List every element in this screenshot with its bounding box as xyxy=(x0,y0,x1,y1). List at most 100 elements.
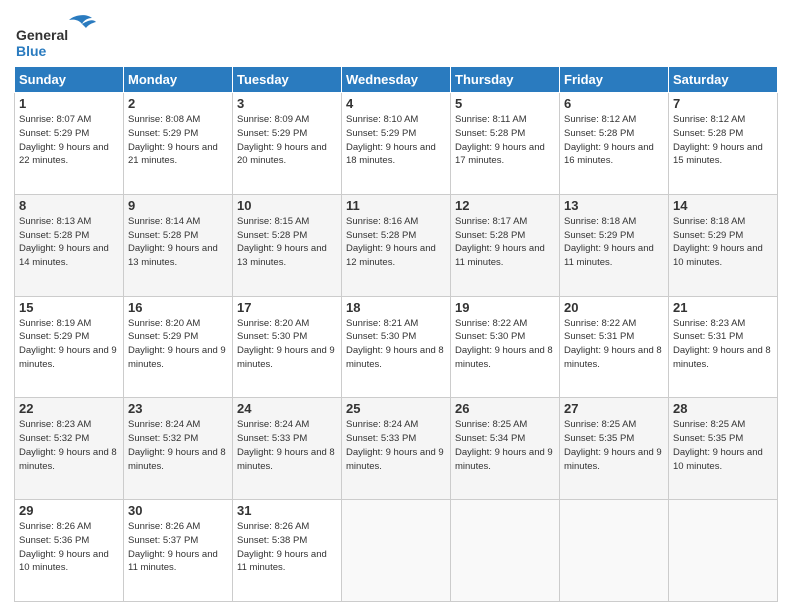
week-row-3: 15 Sunrise: 8:19 AMSunset: 5:29 PMDayligh… xyxy=(15,296,778,398)
calendar-cell: 21Sunrise: 8:23 AMSunset: 5:31 PMDayligh… xyxy=(669,296,778,398)
day-info: Sunrise: 8:25 AMSunset: 5:34 PMDaylight:… xyxy=(455,418,555,473)
week-row-4: 22 Sunrise: 8:23 AMSunset: 5:32 PMDayligh… xyxy=(15,398,778,500)
day-number: 25 xyxy=(346,401,446,416)
weekday-header-wednesday: Wednesday xyxy=(342,67,451,93)
calendar-cell xyxy=(342,500,451,602)
day-number: 16 xyxy=(128,300,228,315)
day-info: Sunrise: 8:15 AMSunset: 5:28 PMDaylight:… xyxy=(237,215,337,270)
header: General Blue xyxy=(14,10,778,60)
day-number: 26 xyxy=(455,401,555,416)
calendar-cell xyxy=(451,500,560,602)
calendar-cell: 13Sunrise: 8:18 AMSunset: 5:29 PMDayligh… xyxy=(560,194,669,296)
calendar-cell: 1 Sunrise: 8:07 AMSunset: 5:29 PMDaylight… xyxy=(15,93,124,195)
weekday-header-row: SundayMondayTuesdayWednesdayThursdayFrid… xyxy=(15,67,778,93)
svg-text:Blue: Blue xyxy=(16,43,47,59)
calendar-cell: 8 Sunrise: 8:13 AMSunset: 5:28 PMDaylight… xyxy=(15,194,124,296)
day-info: Sunrise: 8:26 AMSunset: 5:37 PMDaylight:… xyxy=(128,520,228,575)
logo: General Blue xyxy=(14,10,104,60)
day-number: 1 xyxy=(19,96,119,111)
day-number: 8 xyxy=(19,198,119,213)
day-number: 27 xyxy=(564,401,664,416)
calendar-cell: 16 Sunrise: 8:20 AMSunset: 5:29 PMDayligh… xyxy=(124,296,233,398)
calendar-cell: 15 Sunrise: 8:19 AMSunset: 5:29 PMDayligh… xyxy=(15,296,124,398)
day-number: 18 xyxy=(346,300,446,315)
calendar-cell: 14 Sunrise: 8:18 AMSunset: 5:29 PMDayligh… xyxy=(669,194,778,296)
day-number: 29 xyxy=(19,503,119,518)
calendar-cell: 25 Sunrise: 8:24 AMSunset: 5:33 PMDayligh… xyxy=(342,398,451,500)
svg-text:General: General xyxy=(16,27,68,43)
calendar-cell: 7 Sunrise: 8:12 AMSunset: 5:28 PMDaylight… xyxy=(669,93,778,195)
day-info: Sunrise: 8:20 AMSunset: 5:29 PMDaylight:… xyxy=(128,317,228,372)
calendar-cell: 20 Sunrise: 8:22 AMSunset: 5:31 PMDayligh… xyxy=(560,296,669,398)
day-info: Sunrise: 8:23 AMSunset: 5:32 PMDaylight:… xyxy=(19,418,119,473)
calendar-cell: 29 Sunrise: 8:26 AMSunset: 5:36 PMDayligh… xyxy=(15,500,124,602)
weekday-header-thursday: Thursday xyxy=(451,67,560,93)
calendar-cell: 26 Sunrise: 8:25 AMSunset: 5:34 PMDayligh… xyxy=(451,398,560,500)
day-info: Sunrise: 8:20 AMSunset: 5:30 PMDaylight:… xyxy=(237,317,337,372)
day-number: 12 xyxy=(455,198,555,213)
day-number: 31 xyxy=(237,503,337,518)
day-info: Sunrise: 8:18 AMSunset: 5:29 PMDaylight:… xyxy=(673,215,773,270)
day-info: Sunrise: 8:25 AMSunset: 5:35 PMDaylight:… xyxy=(564,418,664,473)
day-number: 23 xyxy=(128,401,228,416)
day-info: Sunrise: 8:23 AMSunset: 5:31 PMDaylight:… xyxy=(673,317,773,372)
calendar-cell: 6Sunrise: 8:12 AMSunset: 5:28 PMDaylight… xyxy=(560,93,669,195)
day-number: 6 xyxy=(564,96,664,111)
day-info: Sunrise: 8:26 AMSunset: 5:38 PMDaylight:… xyxy=(237,520,337,575)
day-number: 19 xyxy=(455,300,555,315)
calendar-cell: 24Sunrise: 8:24 AMSunset: 5:33 PMDayligh… xyxy=(233,398,342,500)
week-row-5: 29 Sunrise: 8:26 AMSunset: 5:36 PMDayligh… xyxy=(15,500,778,602)
calendar-cell: 2 Sunrise: 8:08 AMSunset: 5:29 PMDaylight… xyxy=(124,93,233,195)
page: General Blue SundayMondayTuesdayWednesda… xyxy=(0,0,792,612)
day-info: Sunrise: 8:17 AMSunset: 5:28 PMDaylight:… xyxy=(455,215,555,270)
calendar-cell: 23Sunrise: 8:24 AMSunset: 5:32 PMDayligh… xyxy=(124,398,233,500)
weekday-header-tuesday: Tuesday xyxy=(233,67,342,93)
day-number: 20 xyxy=(564,300,664,315)
calendar-cell: 28Sunrise: 8:25 AMSunset: 5:35 PMDayligh… xyxy=(669,398,778,500)
day-info: Sunrise: 8:24 AMSunset: 5:33 PMDaylight:… xyxy=(346,418,446,473)
weekday-header-saturday: Saturday xyxy=(669,67,778,93)
day-number: 15 xyxy=(19,300,119,315)
weekday-header-sunday: Sunday xyxy=(15,67,124,93)
day-info: Sunrise: 8:07 AMSunset: 5:29 PMDaylight:… xyxy=(19,113,119,168)
calendar-cell: 22 Sunrise: 8:23 AMSunset: 5:32 PMDayligh… xyxy=(15,398,124,500)
day-info: Sunrise: 8:12 AMSunset: 5:28 PMDaylight:… xyxy=(673,113,773,168)
day-number: 2 xyxy=(128,96,228,111)
day-info: Sunrise: 8:08 AMSunset: 5:29 PMDaylight:… xyxy=(128,113,228,168)
calendar-cell: 30 Sunrise: 8:26 AMSunset: 5:37 PMDayligh… xyxy=(124,500,233,602)
day-info: Sunrise: 8:26 AMSunset: 5:36 PMDaylight:… xyxy=(19,520,119,575)
day-info: Sunrise: 8:21 AMSunset: 5:30 PMDaylight:… xyxy=(346,317,446,372)
day-number: 10 xyxy=(237,198,337,213)
calendar-cell xyxy=(669,500,778,602)
logo-svg: General Blue xyxy=(14,10,104,60)
day-number: 24 xyxy=(237,401,337,416)
day-info: Sunrise: 8:13 AMSunset: 5:28 PMDaylight:… xyxy=(19,215,119,270)
calendar-table: SundayMondayTuesdayWednesdayThursdayFrid… xyxy=(14,66,778,602)
day-info: Sunrise: 8:22 AMSunset: 5:30 PMDaylight:… xyxy=(455,317,555,372)
day-number: 13 xyxy=(564,198,664,213)
calendar-cell: 11Sunrise: 8:16 AMSunset: 5:28 PMDayligh… xyxy=(342,194,451,296)
day-number: 11 xyxy=(346,198,446,213)
day-info: Sunrise: 8:19 AMSunset: 5:29 PMDaylight:… xyxy=(19,317,119,372)
day-number: 30 xyxy=(128,503,228,518)
day-number: 9 xyxy=(128,198,228,213)
calendar-cell: 9Sunrise: 8:14 AMSunset: 5:28 PMDaylight… xyxy=(124,194,233,296)
day-number: 4 xyxy=(346,96,446,111)
day-info: Sunrise: 8:11 AMSunset: 5:28 PMDaylight:… xyxy=(455,113,555,168)
calendar-cell: 27 Sunrise: 8:25 AMSunset: 5:35 PMDayligh… xyxy=(560,398,669,500)
week-row-2: 8 Sunrise: 8:13 AMSunset: 5:28 PMDaylight… xyxy=(15,194,778,296)
weekday-header-friday: Friday xyxy=(560,67,669,93)
day-number: 14 xyxy=(673,198,773,213)
day-number: 17 xyxy=(237,300,337,315)
day-number: 5 xyxy=(455,96,555,111)
calendar-cell: 10 Sunrise: 8:15 AMSunset: 5:28 PMDayligh… xyxy=(233,194,342,296)
week-row-1: 1 Sunrise: 8:07 AMSunset: 5:29 PMDaylight… xyxy=(15,93,778,195)
day-info: Sunrise: 8:22 AMSunset: 5:31 PMDaylight:… xyxy=(564,317,664,372)
calendar-cell: 18 Sunrise: 8:21 AMSunset: 5:30 PMDayligh… xyxy=(342,296,451,398)
calendar-cell: 19 Sunrise: 8:22 AMSunset: 5:30 PMDayligh… xyxy=(451,296,560,398)
day-number: 22 xyxy=(19,401,119,416)
calendar-cell: 5 Sunrise: 8:11 AMSunset: 5:28 PMDaylight… xyxy=(451,93,560,195)
weekday-header-monday: Monday xyxy=(124,67,233,93)
calendar-cell: 31 Sunrise: 8:26 AMSunset: 5:38 PMDayligh… xyxy=(233,500,342,602)
day-number: 7 xyxy=(673,96,773,111)
